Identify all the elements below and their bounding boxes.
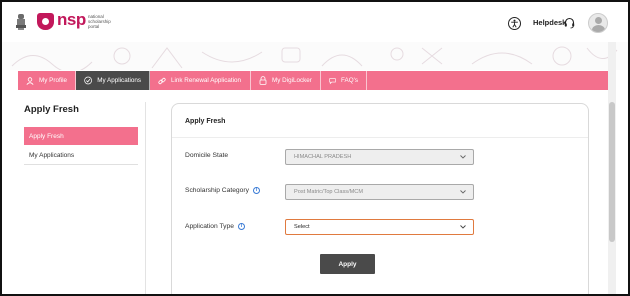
sidebar-item-apply-fresh[interactable]: Apply Fresh	[24, 127, 138, 145]
domicile-state-label: Domicile State	[185, 152, 228, 159]
user-icon	[26, 76, 34, 85]
scholarship-category-label: Scholarship Category i	[185, 187, 260, 194]
sidebar-divider	[145, 102, 146, 294]
select-value: Select	[294, 224, 310, 230]
domicile-state-select[interactable]: HIMACHAL PRADESH	[285, 149, 474, 165]
headset-icon[interactable]	[564, 17, 575, 29]
scholarship-category-select[interactable]: Post Matric/Top Class/MCM	[285, 184, 474, 200]
nav-my-profile[interactable]: My Profile	[18, 71, 76, 90]
chat-icon	[329, 77, 336, 84]
logo-text[interactable]: nsp	[57, 10, 86, 30]
chevron-down-icon	[460, 190, 466, 194]
sidebar-item-my-applications[interactable]: My Applications	[24, 147, 138, 165]
field-label-text: Application Type	[185, 223, 234, 230]
user-avatar[interactable]	[588, 13, 608, 33]
top-header: nsp national scholarship portal Helpdesk	[2, 2, 628, 42]
application-type-label: Application Type i	[185, 223, 245, 230]
application-type-select[interactable]: Select	[285, 219, 474, 235]
page-scrollbar[interactable]	[608, 42, 616, 294]
nav-my-applications[interactable]: My Applications	[76, 71, 150, 90]
scrollbar-thumb[interactable]	[609, 102, 615, 242]
link-icon	[158, 77, 166, 84]
nav-label: My Applications	[97, 77, 141, 84]
chevron-down-icon	[460, 225, 466, 229]
chevron-down-icon	[460, 155, 466, 159]
nav-label: My DigiLocker	[272, 77, 312, 84]
select-value: Post Matric/Top Class/MCM	[294, 189, 364, 195]
field-label-text: Scholarship Category	[185, 187, 249, 194]
accessibility-icon[interactable]	[508, 17, 521, 30]
helpdesk-link[interactable]: Helpdesk	[533, 18, 566, 27]
apply-button[interactable]: Apply	[320, 254, 375, 274]
form-title: Apply Fresh	[185, 118, 226, 125]
nav-label: FAQ's	[341, 77, 358, 84]
select-value: HIMACHAL PRADESH	[294, 154, 352, 160]
nav-my-digilocker[interactable]: My DigiLocker	[251, 71, 321, 90]
nav-label: My Profile	[39, 77, 67, 84]
decorative-doodle-banner	[2, 42, 628, 70]
nav-label: Link Renewal Application	[171, 77, 242, 84]
nsp-logo-icon[interactable]	[37, 13, 54, 30]
lock-icon	[259, 76, 267, 85]
info-icon[interactable]: i	[237, 223, 245, 230]
browser-frame: nsp national scholarship portal Helpdesk	[0, 0, 630, 296]
nav-link-renewal-application[interactable]: Link Renewal Application	[150, 71, 251, 90]
sidebar-title: Apply Fresh	[24, 104, 79, 115]
info-icon[interactable]: i	[252, 187, 260, 194]
card-divider	[172, 137, 588, 138]
check-circle-icon	[84, 76, 92, 85]
field-label-text: Domicile State	[185, 152, 229, 159]
main-navbar: My Profile My Applications Link Renewal …	[18, 71, 608, 90]
logo-subtitle: national scholarship portal	[88, 14, 111, 29]
nav-faqs[interactable]: FAQ's	[321, 71, 367, 90]
state-emblem-icon	[16, 14, 26, 30]
